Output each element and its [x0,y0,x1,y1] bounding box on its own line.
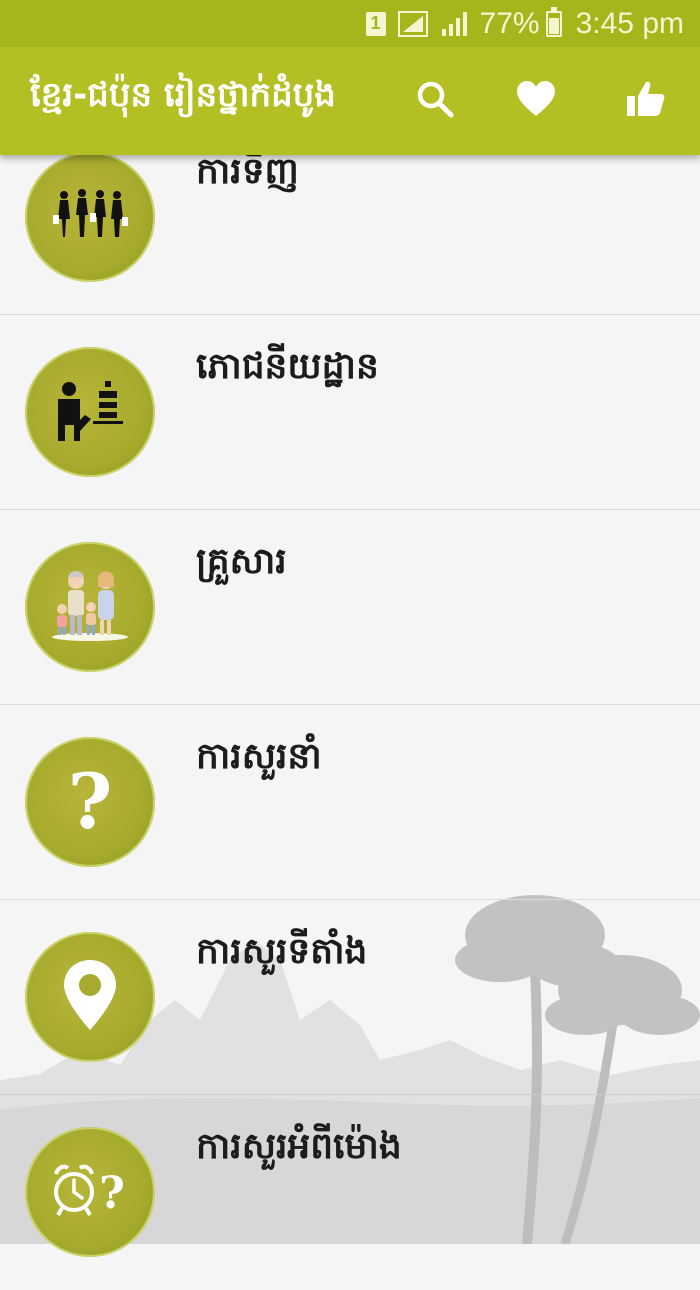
category-label: ការសួរនាំ [196,736,322,777]
alarm-clock-question-icon: ? [50,1160,130,1224]
sim-icon: 1 [365,11,386,36]
list-item[interactable]: ការសួរទីតាំង [0,900,700,1095]
category-icon-circle [25,347,155,477]
clock-time: 3:45 pm [575,6,684,40]
location-pin-icon [62,958,118,1036]
heart-icon [516,80,556,122]
category-icon-circle: ? [25,737,155,867]
thumbs-up-icon [626,80,666,122]
favorites-button[interactable] [512,77,560,125]
family-icon [50,565,130,649]
category-icon-circle: ? [25,1127,155,1257]
svg-text:?: ? [99,1168,125,1219]
category-icon-circle [25,152,155,282]
list-item[interactable]: ? ការសួរនាំ [0,705,700,900]
search-icon [415,79,455,123]
signal-bars-icon [440,11,468,37]
category-label: ការសួរទីតាំង [196,931,368,972]
list-item[interactable]: គ្រួសារ [0,510,700,705]
category-label: គ្រួសារ [196,541,287,582]
signal-strength-icon [397,10,428,37]
battery-charging-icon [545,6,562,37]
list-item[interactable]: ភោជនីយដ្ឋាន [0,315,700,510]
shopping-people-icon [50,185,130,249]
like-button[interactable] [622,77,670,125]
category-label: ភោជនីយដ្ឋាន [196,346,379,387]
question-mark-icon: ? [60,757,120,846]
category-icon-circle [25,932,155,1062]
category-label: ការទិញ [196,151,299,192]
category-icon-circle [25,542,155,672]
waiter-icon [55,375,125,449]
category-label: ការសួរអំពីម៉ោង [196,1126,402,1167]
app-bar: ខ្មែរ-ជប៉ុន រៀនថ្នាក់ដំបូង [0,47,700,155]
list-item[interactable]: ? ការសួរអំពីម៉ោង [0,1095,700,1290]
battery-percent: 77% [479,6,540,40]
app-title: ខ្មែរ-ជប៉ុន រៀនថ្នាក់ដំបូង [30,75,336,115]
svg-text:?: ? [68,760,113,840]
search-button[interactable] [411,77,459,125]
status-bar: 1 77% 3:45 pm [0,0,700,47]
